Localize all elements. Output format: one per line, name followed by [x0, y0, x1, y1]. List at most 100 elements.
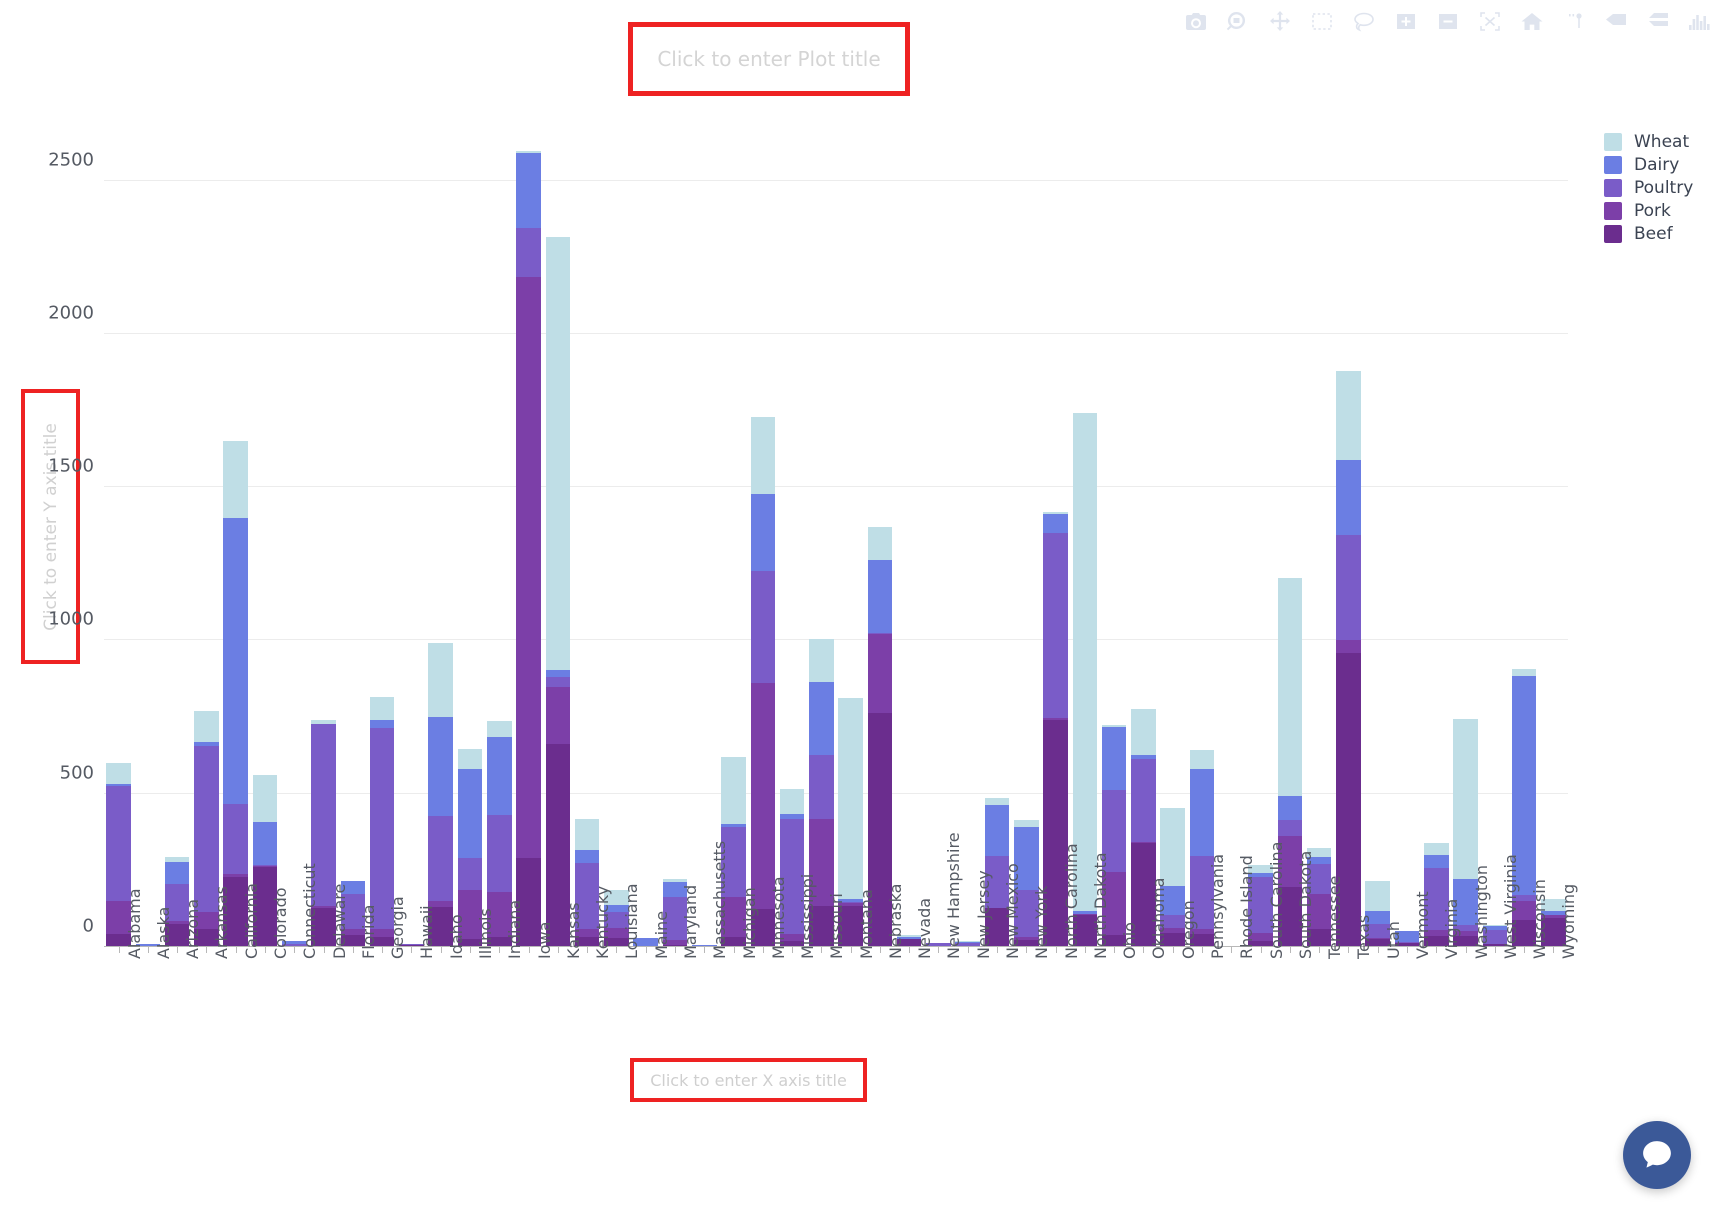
bar-segment-dairy[interactable] — [1423, 855, 1449, 868]
bar-segment-wheat[interactable] — [223, 441, 249, 518]
chat-bubble-icon[interactable] — [1623, 1121, 1691, 1189]
toggle-spike-lines-icon[interactable] — [1561, 9, 1587, 35]
bar-segment-wheat[interactable] — [369, 696, 395, 721]
x-axis-tick-label: Alaska — [153, 906, 173, 959]
box-select-icon[interactable] — [1309, 9, 1335, 35]
bar-segment-dairy[interactable] — [984, 804, 1010, 856]
bar-segment-dairy[interactable] — [574, 849, 600, 864]
bar-segment-wheat[interactable] — [1277, 578, 1303, 797]
bar-segment-dairy[interactable] — [1277, 796, 1303, 821]
bar-segment-dairy[interactable] — [457, 768, 483, 858]
bar-segment-poultry[interactable] — [545, 676, 571, 687]
legend-item-poultry[interactable]: Poultry — [1604, 176, 1693, 199]
chart-plot-area[interactable]: 0 500 1000 1500 2000 2500 Alabama Alaska Arizon… — [48, 149, 1578, 959]
x-axis-tick-label: Colorado — [271, 887, 291, 959]
bar-segment-wheat[interactable] — [1511, 668, 1537, 676]
bar-segment-poultry[interactable] — [1277, 820, 1303, 837]
bar-segment-pork[interactable] — [545, 686, 571, 745]
reset-axes-icon[interactable] — [1519, 9, 1545, 35]
bar-segment-dairy[interactable] — [1336, 460, 1361, 535]
bar-segment-wheat[interactable] — [486, 720, 512, 737]
bar-segment-dairy[interactable] — [516, 152, 541, 228]
zoom-out-icon[interactable] — [1435, 9, 1461, 35]
bar-segment-wheat[interactable] — [194, 710, 219, 742]
legend-item-wheat[interactable]: Wheat — [1604, 130, 1693, 153]
bar-stack[interactable] — [516, 150, 541, 947]
legend-item-dairy[interactable]: Dairy — [1604, 153, 1693, 176]
bar-segment-poultry[interactable] — [1043, 533, 1068, 719]
legend-item-beef[interactable]: Beef — [1604, 222, 1693, 245]
bar-segment-pork[interactable] — [516, 277, 541, 858]
bar-segment-wheat[interactable] — [252, 774, 278, 823]
plotly-modebar[interactable] — [1183, 4, 1713, 40]
bar-segment-wheat[interactable] — [750, 417, 776, 495]
x-axis-tick-label: Tennessee — [1325, 875, 1345, 959]
bar-segment-poultry[interactable] — [1131, 758, 1156, 843]
bar-segment-wheat[interactable] — [1189, 749, 1215, 769]
bar-segment-poultry[interactable] — [1336, 534, 1361, 641]
bar-segment-wheat[interactable] — [545, 236, 571, 670]
bar-segment-dairy[interactable] — [223, 517, 249, 804]
bar-segment-dairy[interactable] — [369, 720, 395, 729]
bar-segment-poultry[interactable] — [486, 814, 512, 893]
bar-segment-poultry[interactable] — [809, 754, 834, 820]
plotly-logo-icon[interactable] — [1687, 9, 1713, 35]
bar-segment-pork[interactable] — [750, 683, 776, 909]
pan-icon[interactable] — [1267, 9, 1293, 35]
bar-segment-dairy[interactable] — [545, 669, 571, 677]
bar-segment-poultry[interactable] — [516, 227, 541, 278]
bar-segment-dairy[interactable] — [750, 494, 776, 571]
bar-segment-wheat[interactable] — [1131, 709, 1156, 755]
bar-segment-dairy[interactable] — [1101, 726, 1127, 791]
bar-segment-wheat[interactable] — [867, 526, 893, 561]
bar-segment-poultry[interactable] — [223, 803, 249, 874]
bar-segment-wheat[interactable] — [1160, 807, 1186, 886]
bar-segment-pork[interactable] — [867, 634, 893, 714]
zoom-in-icon[interactable] — [1393, 9, 1419, 35]
autoscale-icon[interactable] — [1477, 9, 1503, 35]
bar-segment-dairy[interactable] — [1043, 513, 1068, 534]
x-axis-tick-label: New Hampshire — [944, 832, 964, 959]
bar-stack[interactable] — [428, 642, 454, 947]
bar-segment-wheat[interactable] — [721, 756, 746, 825]
bar-segment-wheat[interactable] — [106, 762, 131, 784]
bar-segment-dairy[interactable] — [252, 822, 278, 866]
bar-segment-wheat[interactable] — [428, 642, 454, 718]
bar-segment-poultry[interactable] — [457, 857, 483, 890]
bar-segment-wheat[interactable] — [1072, 412, 1098, 911]
plot-title-placeholder[interactable]: Click to enter Plot title — [628, 22, 910, 96]
zoom-icon[interactable] — [1225, 9, 1251, 35]
bar-segment-wheat[interactable] — [1453, 719, 1478, 879]
bar-segment-wheat[interactable] — [1423, 842, 1449, 856]
bar-stack[interactable] — [750, 417, 776, 947]
bar-segment-dairy[interactable] — [809, 681, 834, 755]
legend-item-pork[interactable]: Pork — [1604, 199, 1693, 222]
bar-segment-poultry[interactable] — [428, 815, 454, 901]
hover-closest-icon[interactable] — [1645, 9, 1671, 35]
bar-segment-wheat[interactable] — [809, 639, 834, 682]
lasso-select-icon[interactable] — [1351, 9, 1377, 35]
bar-segment-wheat[interactable] — [574, 818, 600, 850]
bar-stack[interactable] — [545, 236, 571, 947]
bar-segment-wheat[interactable] — [457, 749, 483, 769]
bar-stack[interactable] — [1336, 371, 1361, 947]
bar-segment-dairy[interactable] — [428, 717, 454, 816]
bar-segment-poultry[interactable] — [106, 786, 131, 902]
bar-segment-wheat[interactable] — [984, 798, 1010, 805]
hover-compare-icon[interactable] — [1603, 9, 1629, 35]
bar-segment-dairy[interactable] — [486, 736, 512, 815]
bar-segment-dairy[interactable] — [1189, 768, 1215, 857]
bar-segment-pork[interactable] — [1336, 640, 1361, 653]
bar-segment-wheat[interactable] — [779, 789, 805, 814]
x-axis-tick-label: Washington — [1471, 864, 1491, 959]
bar-segment-dairy[interactable] — [867, 560, 893, 633]
bar-segment-poultry[interactable] — [750, 570, 776, 684]
chart-legend[interactable]: Wheat Dairy Poultry Pork Beef — [1604, 130, 1693, 245]
bar-segment-wheat[interactable] — [1365, 880, 1390, 912]
x-axis-title-placeholder[interactable]: Click to enter X axis title — [630, 1058, 867, 1102]
download-plot-as-png-icon[interactable] — [1183, 9, 1209, 35]
bar-segment-dairy[interactable] — [164, 862, 190, 885]
bar-segment-wheat[interactable] — [1336, 371, 1361, 461]
bar-segment-wheat[interactable] — [838, 697, 863, 899]
bar-stack[interactable] — [223, 441, 249, 947]
